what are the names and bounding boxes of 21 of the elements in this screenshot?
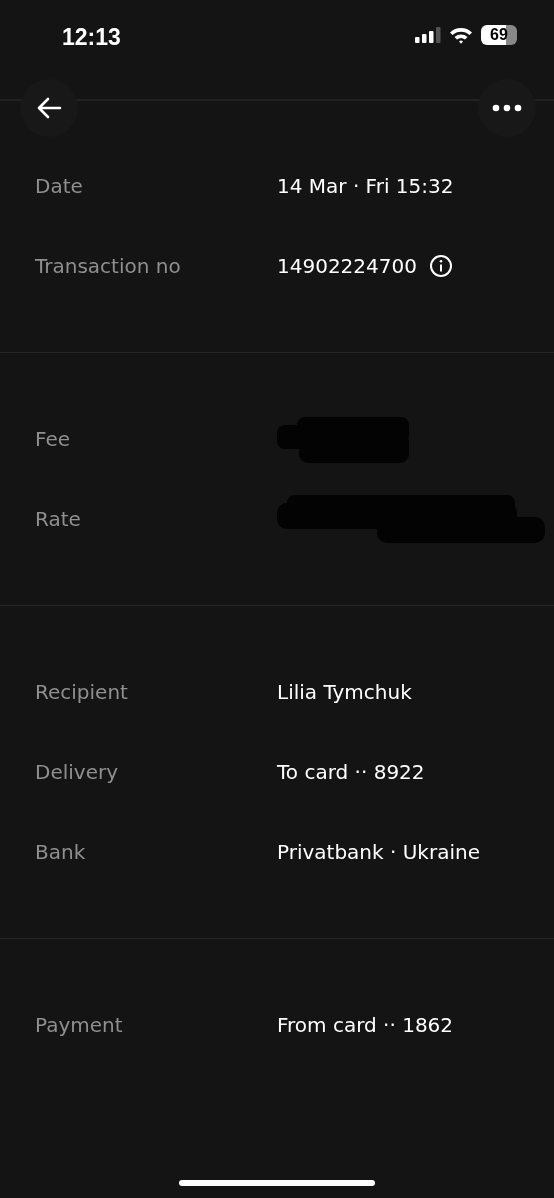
- battery-icon: 69: [481, 25, 517, 45]
- field-label: Payment: [34, 1013, 124, 1037]
- field-label: Fee: [34, 427, 72, 451]
- signal-icon: [415, 27, 441, 43]
- field-label: Recipient: [34, 680, 129, 704]
- field-value: Privatbank · Ukraine: [277, 840, 480, 864]
- field-value: Lilia Tymchuk: [277, 680, 412, 704]
- field-label: Delivery: [34, 760, 120, 784]
- field-label: Rate: [34, 507, 82, 531]
- field-value: 14 Mar · Fri 15:32: [277, 174, 454, 198]
- field-value: 14902224700: [277, 254, 417, 278]
- back-arrow-icon: [36, 97, 62, 119]
- status-time: 12:13: [62, 22, 121, 51]
- field-value: From card ·· 1862: [277, 1013, 454, 1037]
- field-label: Date: [34, 174, 84, 198]
- field-value: To card ·· 8922: [277, 760, 425, 784]
- field-label: Transaction no: [34, 254, 182, 278]
- info-icon[interactable]: [429, 254, 453, 278]
- more-icon: [492, 104, 522, 112]
- field-label: Bank: [34, 840, 87, 864]
- wifi-icon: [449, 26, 473, 44]
